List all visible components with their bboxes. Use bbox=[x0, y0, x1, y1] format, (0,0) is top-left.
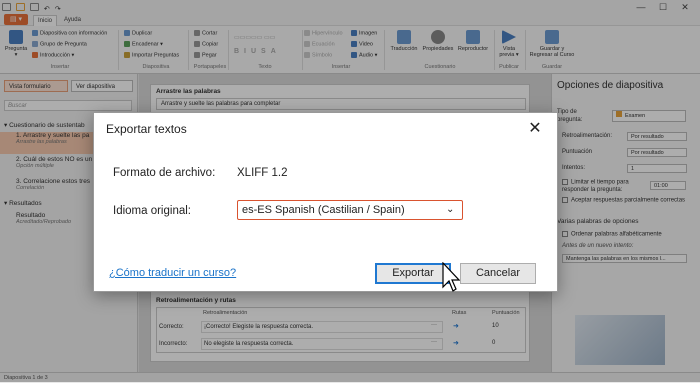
cancel-button[interactable]: Cancelar bbox=[460, 263, 536, 284]
format-label: Formato de archivo: bbox=[113, 167, 216, 179]
export-button[interactable]: Exportar bbox=[375, 263, 451, 284]
dialog-close-button[interactable]: ✕ bbox=[524, 119, 546, 139]
language-select[interactable]: es-ES Spanish (Castilian / Spain) ⌄ bbox=[237, 200, 463, 220]
mouse-cursor-icon bbox=[442, 262, 460, 292]
how-to-translate-link[interactable]: ¿Cómo traducir un curso? bbox=[109, 267, 236, 279]
format-value: XLIFF 1.2 bbox=[237, 167, 288, 179]
export-texts-dialog: Exportar textos ✕ Formato de archivo: XL… bbox=[93, 112, 558, 292]
dialog-title: Exportar textos bbox=[106, 122, 187, 136]
chevron-down-icon: ⌄ bbox=[446, 204, 455, 215]
language-label: Idioma original: bbox=[113, 205, 191, 217]
